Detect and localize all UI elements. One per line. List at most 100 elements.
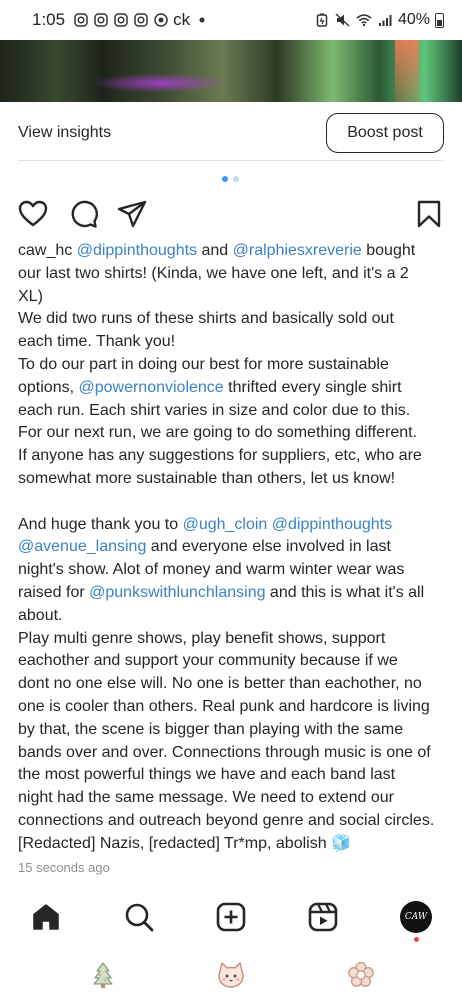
- caption-text: by that, the scene is bigger than playin…: [18, 720, 404, 738]
- media-icon: [153, 12, 169, 28]
- post-timestamp: 15 seconds ago: [18, 860, 110, 875]
- caption-line: We did two runs of these shirts and basi…: [18, 308, 448, 331]
- system-nav-bar: [0, 950, 462, 1000]
- avatar: CAW: [400, 901, 432, 933]
- caption-line: each run. Each shirt varies in size and …: [18, 400, 448, 423]
- bookmark-icon[interactable]: [414, 199, 444, 229]
- home-icon[interactable]: [29, 895, 63, 939]
- battery-percent: 40%: [397, 11, 430, 28]
- caption-line: about.: [18, 605, 448, 628]
- mention-link[interactable]: @ugh_cloin: [183, 516, 268, 533]
- caption-text: each run. Each shirt varies in size and …: [18, 401, 411, 419]
- mention-link[interactable]: @dippinthoughts: [272, 516, 392, 533]
- carousel-dot: [233, 176, 239, 182]
- search-icon[interactable]: [122, 895, 156, 939]
- caption-line: one is cooler than others. Real punk and…: [18, 696, 448, 719]
- mention-link[interactable]: @punkswithlunchlansing: [89, 584, 265, 601]
- carousel-dot: [222, 176, 228, 182]
- caption-line: For our next run, we are going to do som…: [18, 422, 448, 445]
- caption-text: options,: [18, 378, 79, 396]
- caption-text: eachother and support your community bec…: [18, 652, 398, 670]
- caption-line: connections and outreach beyond genre an…: [18, 810, 448, 833]
- boost-post-button[interactable]: Boost post: [326, 113, 444, 153]
- caption-text: thrifted every single shirt: [223, 378, 402, 396]
- flower-icon[interactable]: [346, 960, 376, 990]
- caption-line: To do our part in doing our best for mor…: [18, 354, 448, 377]
- reels-icon[interactable]: [306, 895, 340, 939]
- caption-text: the most powerful things we have and eac…: [18, 766, 396, 784]
- caption-text: dont no one else will. No one is better …: [18, 675, 422, 693]
- caption-line: XL): [18, 286, 448, 309]
- post-actions: [18, 199, 444, 229]
- insights-row: View insights Boost post: [18, 110, 444, 156]
- profile-avatar[interactable]: CAW: [399, 895, 433, 942]
- caption-text: each time. Thank you!: [18, 333, 176, 351]
- status-carrier: ck: [173, 10, 191, 29]
- comment-icon[interactable]: [68, 199, 98, 229]
- mention-link[interactable]: @powernonviolence: [78, 379, 223, 396]
- status-left: 1:05 ck: [32, 10, 210, 30]
- caption-text: raised for: [18, 583, 90, 601]
- caption-text: connections and outreach beyond genre an…: [18, 811, 435, 829]
- bottom-nav: CAW: [0, 895, 462, 945]
- caption-text: And huge thank you to: [18, 515, 183, 533]
- caption-username[interactable]: caw_hc: [18, 242, 77, 259]
- create-icon[interactable]: [214, 895, 248, 939]
- caption-text: bought: [361, 242, 416, 259]
- wifi-icon: [356, 12, 372, 28]
- caption-text: night had the same message. We need to e…: [18, 789, 394, 807]
- caption-line: bands over and over. Connections through…: [18, 742, 448, 765]
- tree-icon[interactable]: [88, 960, 118, 990]
- caption-line: If anyone has any suggestions for suppli…: [18, 445, 448, 468]
- post-caption: caw_hc @dippinthoughts and @ralphiesxrev…: [18, 240, 448, 856]
- caption-text: about.: [18, 606, 63, 624]
- mention-link[interactable]: @avenue_lansing: [18, 538, 146, 555]
- instagram-icon: [133, 12, 149, 28]
- caption-line: [Redacted] Nazis, [redacted] Tr*mp, abol…: [18, 833, 448, 856]
- caption-line: dont no one else will. No one is better …: [18, 673, 448, 696]
- instagram-icon: [73, 12, 89, 28]
- caption-text: Play multi genre shows, play benefit sho…: [18, 629, 386, 647]
- notification-dot: [414, 937, 419, 942]
- caption-line: [18, 491, 448, 514]
- battery-icon: [435, 12, 444, 28]
- media-purple-light: [90, 73, 230, 93]
- caption-line: our last two shirts! (Kinda, we have one…: [18, 263, 448, 286]
- caption-line: eachother and support your community bec…: [18, 650, 448, 673]
- caption-line: by that, the scene is bigger than playin…: [18, 719, 448, 742]
- instagram-icon: [93, 12, 109, 28]
- caption-line: night had the same message. We need to e…: [18, 787, 448, 810]
- caption-text: XL): [18, 287, 43, 305]
- caption-line: somewhat more sustainable than others, l…: [18, 468, 448, 491]
- caption-text: night's show. Alot of money and warm win…: [18, 561, 405, 579]
- heart-icon[interactable]: [18, 199, 48, 229]
- caption-line: And huge thank you to @ugh_cloin @dippin…: [18, 514, 448, 537]
- mention-link[interactable]: @dippinthoughts: [77, 242, 197, 259]
- post-media[interactable]: [0, 33, 462, 102]
- cat-icon[interactable]: [216, 960, 246, 990]
- mute-icon: [335, 12, 351, 28]
- caption-text: and: [197, 242, 233, 259]
- caption-text: [Redacted] Nazis, [redacted] Tr*mp, abol…: [18, 834, 351, 852]
- caption-text: and everyone else involved in last: [146, 538, 391, 556]
- caption-text: our last two shirts! (Kinda, we have one…: [18, 264, 409, 282]
- caption-line: night's show. Alot of money and warm win…: [18, 559, 448, 582]
- mention-link[interactable]: @ralphiesxreverie: [233, 242, 362, 259]
- view-insights-link[interactable]: View insights: [18, 124, 111, 142]
- caption-line: caw_hc @dippinthoughts and @ralphiesxrev…: [18, 240, 448, 263]
- caption-line: options, @powernonviolence thrifted ever…: [18, 377, 448, 400]
- divider: [18, 160, 444, 161]
- caption-line: raised for @punkswithlunchlansing and th…: [18, 582, 448, 605]
- status-time: 1:05: [32, 10, 66, 29]
- caption-text: To do our part in doing our best for mor…: [18, 355, 389, 373]
- dot-icon: [194, 12, 210, 28]
- signal-icon: [377, 12, 393, 28]
- caption-line: Play multi genre shows, play benefit sho…: [18, 628, 448, 651]
- caption-text: one is cooler than others. Real punk and…: [18, 697, 430, 715]
- caption-text: and this is what it's all: [265, 583, 425, 601]
- media-red-light: [395, 33, 419, 102]
- caption-line: the most powerful things we have and eac…: [18, 764, 448, 787]
- share-icon[interactable]: [117, 199, 147, 229]
- caption-line: @avenue_lansing and everyone else involv…: [18, 536, 448, 559]
- battery-saver-icon: [314, 12, 330, 28]
